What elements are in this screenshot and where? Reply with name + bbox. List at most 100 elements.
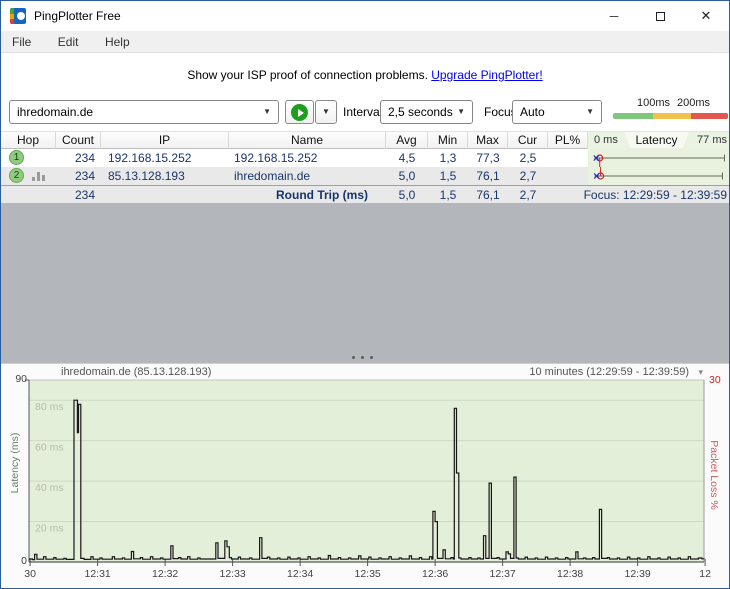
svg-text:40 ms: 40 ms (35, 482, 64, 494)
interval-combobox[interactable]: 2,5 seconds ▼ (380, 100, 473, 124)
latency-time-chart[interactable]: 80 ms 60 ms 40 ms 20 ms 30 12:31 12:32 12:33 12:… (1, 364, 730, 589)
latency-scale-max: 77 ms (697, 134, 727, 146)
table-header-row: Hop Count IP Name Avg Min Max Cur PL% 0 … (1, 131, 729, 149)
latency-scale-min: 0 ms (594, 134, 618, 146)
cell-min: 1,5 (439, 188, 457, 202)
menu-help[interactable]: Help (94, 31, 141, 53)
target-combobox[interactable]: ihredomain.de ▼ (9, 100, 279, 124)
chevron-down-icon: ▼ (586, 107, 594, 116)
cell-name: 192.168.15.252 (234, 151, 318, 165)
header-pl[interactable]: PL% (548, 132, 588, 149)
target-value: ihredomain.de (17, 105, 94, 119)
cell-pl (548, 167, 588, 185)
row-latency-graph (588, 149, 729, 167)
header-max[interactable]: Max (468, 132, 508, 149)
focus-value: Auto (520, 105, 545, 119)
svg-text:12:36: 12:36 (422, 568, 448, 580)
header-avg[interactable]: Avg (386, 132, 428, 149)
hop-row-1[interactable]: 1 234 192.168.15.252 192.168.15.252 4,5 … (1, 149, 729, 167)
close-button[interactable]: ✕ (683, 1, 729, 31)
banner-text: Show your ISP proof of connection proble… (187, 68, 428, 82)
cell-cur: 2,7 (519, 188, 537, 202)
svg-text:30: 30 (24, 568, 36, 580)
time-graph-panel: ihredomain.de (85.13.128.193) 10 minutes… (1, 363, 730, 589)
header-min[interactable]: Min (428, 132, 468, 149)
round-trip-row[interactable]: 234 Round Trip (ms) 5,0 1,5 76,1 2,7 Foc… (1, 185, 729, 203)
cell-avg: 5,0 (398, 169, 416, 183)
upgrade-banner: Show your ISP proof of connection proble… (1, 54, 729, 96)
svg-text:12:37: 12:37 (489, 568, 515, 580)
hop-number-badge: 1 (9, 150, 24, 165)
cell-count: 234 (74, 188, 95, 202)
maximize-button[interactable] (637, 1, 683, 31)
header-cur[interactable]: Cur (508, 132, 548, 149)
cell-min: 1,5 (439, 169, 457, 183)
title-bar: PingPlotter Free ─ ✕ (1, 1, 729, 31)
focus-time-range: Focus: 12:29:59 - 12:39:59 (583, 188, 727, 202)
cell-cur: 2,5 (519, 151, 537, 165)
latency-axis-title: Latency (ms) (9, 432, 21, 494)
cell-avg: 5,0 (398, 188, 416, 202)
interval-value: 2,5 seconds (388, 105, 453, 119)
graphed-hop-icon (32, 172, 46, 181)
cell-avg: 4,5 (398, 151, 416, 165)
cell-pl (548, 149, 588, 167)
svg-text:12: 12 (699, 568, 711, 580)
svg-text:12:31: 12:31 (84, 568, 110, 580)
round-trip-label: Round Trip (ms) (276, 188, 368, 202)
svg-text:12:39: 12:39 (624, 568, 650, 580)
start-trace-button[interactable] (285, 100, 314, 124)
maximize-icon (655, 12, 665, 22)
latency-scale-title: Latency (624, 132, 689, 148)
cell-ip: 85.13.128.193 (108, 169, 185, 183)
hop-row-2[interactable]: 2 234 85.13.128.193 ihredomain.de 5,0 1,… (1, 167, 729, 185)
cell-max: 77,3 (476, 151, 500, 165)
packet-loss-max-label: 30 (709, 374, 721, 386)
svg-text:12:35: 12:35 (354, 568, 380, 580)
row-latency-graph (588, 167, 729, 185)
color-scale-bar (613, 113, 728, 119)
minimize-button[interactable]: ─ (591, 1, 637, 31)
svg-text:12:34: 12:34 (287, 568, 313, 580)
controls-bar: ihredomain.de ▼ ▼ Interval 2,5 seconds ▼… (1, 96, 729, 131)
menu-edit[interactable]: Edit (47, 31, 90, 53)
cell-cur: 2,7 (519, 169, 537, 183)
svg-text:60 ms: 60 ms (35, 442, 64, 454)
cell-max: 76,1 (476, 169, 500, 183)
chevron-down-icon: ▼ (457, 107, 465, 116)
hops-table: Hop Count IP Name Avg Min Max Cur PL% 0 … (1, 131, 729, 203)
pingplotter-window: PingPlotter Free ─ ✕ File Edit Help Show… (0, 0, 730, 589)
header-name[interactable]: Name (229, 132, 386, 149)
y-axis-min-label: 0 (21, 555, 27, 567)
start-options-dropdown[interactable]: ▼ (315, 100, 337, 124)
scale-100ms-label: 100ms (637, 97, 671, 109)
latency-color-scale: 100ms 200ms (613, 96, 728, 131)
header-count[interactable]: Count (56, 132, 101, 149)
svg-text:20 ms: 20 ms (35, 523, 64, 535)
svg-text:12:32: 12:32 (152, 568, 178, 580)
cell-max: 76,1 (476, 188, 500, 202)
scale-200ms-label: 200ms (677, 97, 711, 109)
empty-panel-area (1, 203, 729, 363)
svg-text:80 ms: 80 ms (35, 401, 64, 413)
menu-file[interactable]: File (1, 31, 42, 53)
app-icon (10, 8, 26, 24)
header-hop[interactable]: Hop (1, 132, 56, 149)
splitter-handle[interactable] (352, 355, 378, 361)
header-ip[interactable]: IP (101, 132, 229, 149)
cell-name: ihredomain.de (234, 169, 311, 183)
focus-combobox[interactable]: Auto ▼ (512, 100, 602, 124)
menu-bar: File Edit Help (1, 31, 729, 53)
header-latency[interactable]: 0 ms Latency 77 ms (588, 132, 729, 149)
svg-text:12:33: 12:33 (219, 568, 245, 580)
chevron-down-icon: ▼ (263, 107, 271, 116)
interval-label: Interval (343, 105, 383, 119)
cell-min: 1,3 (439, 151, 457, 165)
svg-text:12:38: 12:38 (557, 568, 583, 580)
y-axis-max-label: 90 (15, 373, 27, 385)
cell-ip: 192.168.15.252 (108, 151, 192, 165)
upgrade-link[interactable]: Upgrade PingPlotter! (431, 68, 542, 82)
window-title: PingPlotter Free (34, 9, 121, 23)
hop-number-badge: 2 (9, 168, 24, 183)
cell-count: 234 (74, 169, 95, 183)
